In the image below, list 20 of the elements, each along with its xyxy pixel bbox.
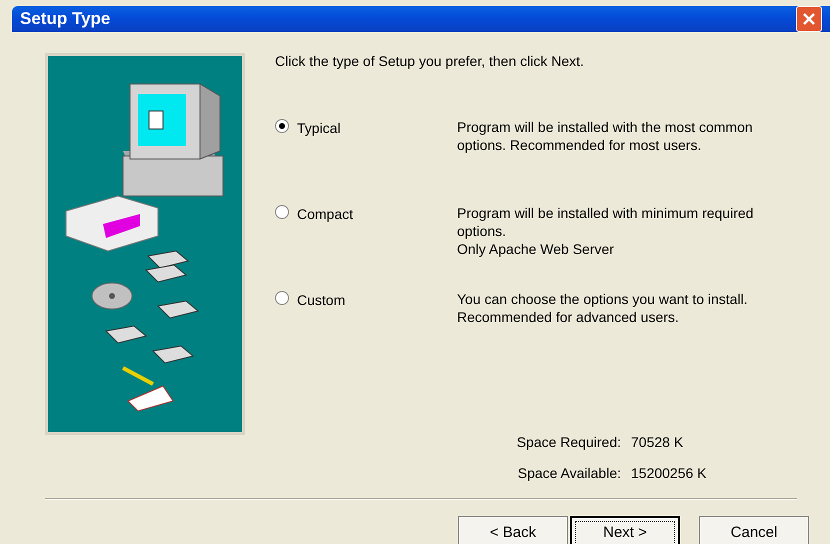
radio-option[interactable]: Compact [275, 204, 457, 290]
radio-button[interactable] [275, 205, 289, 219]
dialog-button[interactable]: Cancel [699, 516, 809, 544]
space-label: Space Available: [516, 464, 621, 483]
dialog-button[interactable]: Next > [570, 516, 680, 544]
option-description: You can choose the options you want to install. Recommended for advanced users. [457, 290, 749, 327]
space-label: Space Required: [516, 433, 621, 452]
radio-button[interactable] [275, 291, 289, 305]
window-title: Setup Type [20, 8, 110, 30]
instruction-text: Click the type of Setup you prefer, then click Next. [275, 52, 585, 71]
close-icon [802, 12, 816, 26]
option-description: Program will be installed with minimum required options. Only Apache Web Server [457, 204, 754, 259]
dialog-button[interactable]: < Back [458, 516, 568, 544]
radio-option[interactable]: Custom [275, 290, 457, 376]
space-value: 15200256 K [631, 464, 707, 483]
radio-option[interactable]: Typical [275, 118, 457, 204]
space-value: 70528 K [631, 433, 684, 452]
option-description: Program will be installed with the most common options. Recommended for most users. [457, 118, 754, 155]
radio-button[interactable] [275, 119, 289, 133]
close-button[interactable] [796, 6, 822, 32]
